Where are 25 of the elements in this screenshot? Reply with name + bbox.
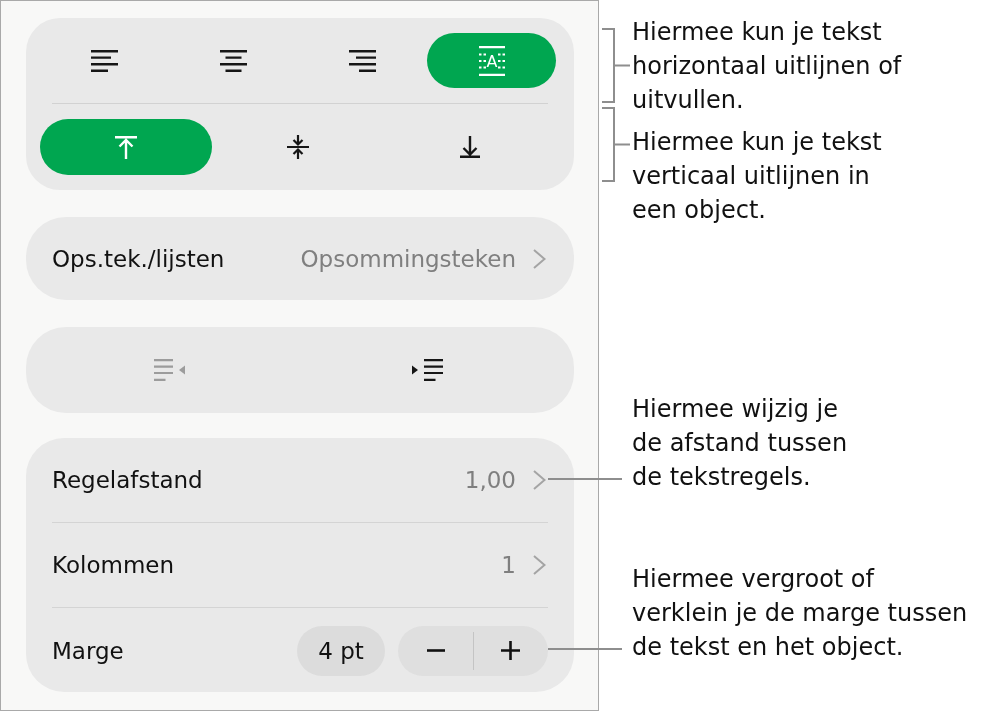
align-bottom-icon [460, 136, 480, 158]
row-value: 1,00 [464, 467, 516, 493]
callout-text: Hiermee kun je tekst horizontaal uitlijnen of uitvullen. [632, 17, 902, 116]
align-center-icon [220, 49, 247, 72]
chevron-icon [533, 555, 546, 575]
row-value: 1 [501, 552, 516, 578]
increment-button[interactable] [473, 625, 548, 676]
row-label: Regelafstand [52, 467, 203, 493]
callout-text: Hiermee kun je tekst verticaal uitlijnen in een object. [632, 127, 882, 226]
align-left-icon [91, 49, 118, 72]
chevron-icon [533, 248, 546, 269]
plus-icon [501, 641, 520, 660]
margin-value-field[interactable]: 4 pt [297, 625, 385, 676]
row-label: Kolommen [52, 552, 174, 578]
callout-text: Hiermee vergroot of verklein je de marge tussen de tekst en het object. [632, 564, 968, 663]
align-top-button[interactable] [40, 119, 212, 175]
minus-icon [426, 649, 445, 652]
bullets-value: Opsommingsteken [300, 245, 516, 272]
align-right-icon [349, 49, 376, 72]
row-label: Marge [52, 637, 124, 664]
align-top-icon [115, 135, 137, 159]
chevron-icon [533, 470, 546, 490]
bullets-label: Ops.tek./lijsten [52, 245, 225, 272]
callout-text: Hiermee wijzig je de afstand tussen de tekstregels. [632, 394, 848, 493]
align-middle-icon [287, 135, 309, 159]
